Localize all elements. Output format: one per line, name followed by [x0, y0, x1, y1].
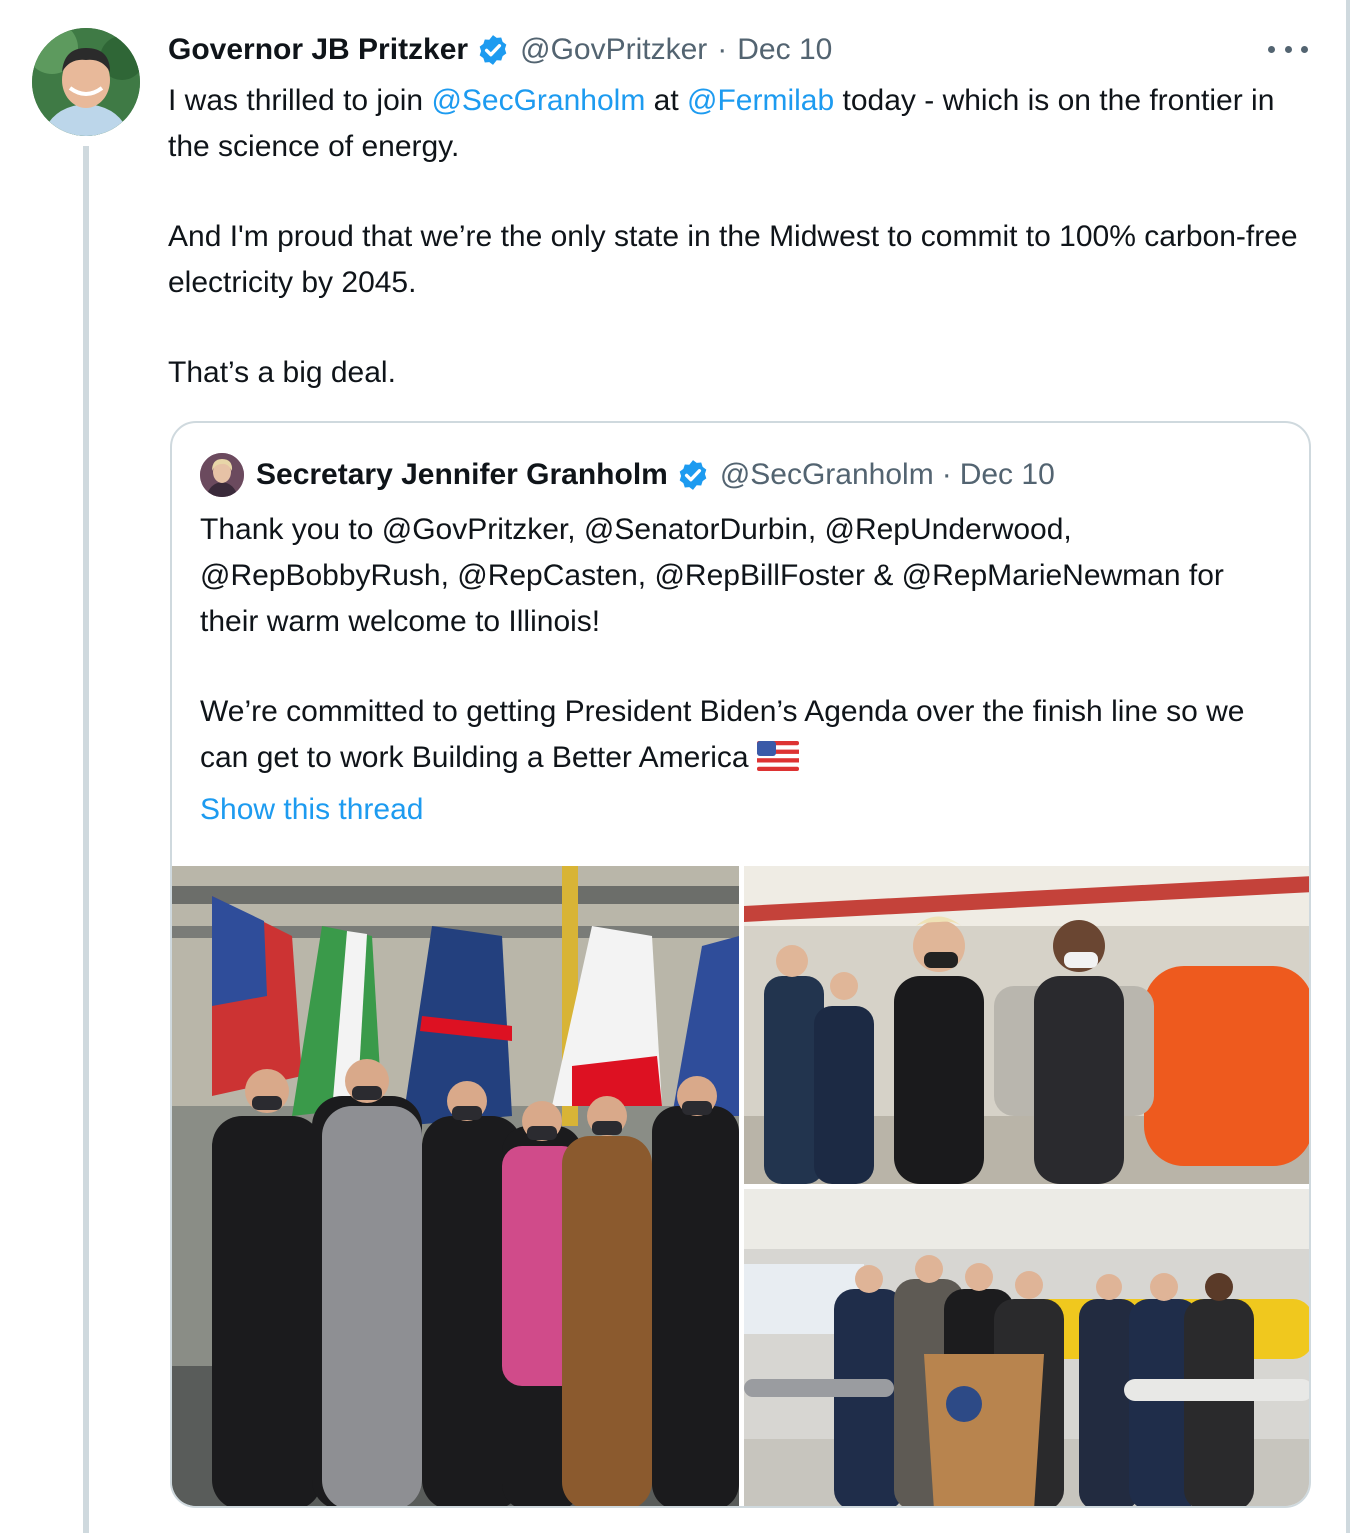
- author-handle[interactable]: @GovPritzker: [520, 33, 707, 67]
- tweet-header: Governor JB Pritzker @GovPritzker · Dec …: [168, 28, 832, 72]
- quoted-tweet-text: Thank you to @GovPritzker, @SenatorDurbi…: [200, 507, 1290, 781]
- verified-badge-icon: [479, 35, 507, 65]
- mention-secgranholm[interactable]: @SecGranholm: [431, 84, 645, 117]
- photo-podium-remarks[interactable]: [744, 1189, 1309, 1506]
- quoted-tweet-card[interactable]: Secretary Jennifer Granholm @SecGranholm…: [170, 421, 1311, 1508]
- photo-lab-tour[interactable]: [744, 866, 1309, 1184]
- quoted-author-handle[interactable]: @SecGranholm: [720, 458, 934, 492]
- show-thread-link[interactable]: Show this thread: [200, 787, 423, 833]
- edge-strip: [1346, 0, 1350, 1533]
- header-separator: ·: [941, 458, 952, 491]
- thread-line: [83, 146, 89, 1533]
- header-separator: ·: [717, 33, 728, 66]
- quoted-tweet-date[interactable]: Dec 10: [960, 458, 1055, 492]
- author-name[interactable]: Governor JB Pritzker: [168, 33, 468, 67]
- text-segment: at: [645, 84, 688, 117]
- author-avatar[interactable]: [32, 28, 140, 136]
- mention-fermilab[interactable]: @Fermilab: [687, 84, 834, 117]
- quoted-author-name[interactable]: Secretary Jennifer Granholm: [256, 458, 668, 492]
- tweet-page: Governor JB Pritzker @GovPritzker · Dec …: [0, 0, 1350, 1533]
- quoted-paragraph-2-text: We’re committed to getting President Bid…: [200, 695, 1245, 774]
- quoted-paragraph-2: We’re committed to getting President Bid…: [200, 689, 1290, 781]
- quoted-author-avatar[interactable]: [200, 453, 244, 497]
- media-grid: [172, 866, 1309, 1506]
- tweet-text: I was thrilled to join @SecGranholm at @…: [168, 78, 1308, 396]
- tweet-paragraph-3: That’s a big deal.: [168, 356, 396, 389]
- text-segment: I was thrilled to join: [168, 84, 432, 117]
- tweet-paragraph-1: I was thrilled to join @SecGranholm at @…: [168, 78, 1308, 170]
- us-flag-emoji: [756, 741, 799, 771]
- quoted-tweet-header: Secretary Jennifer Granholm @SecGranholm…: [200, 453, 1055, 497]
- quoted-paragraph-1: Thank you to @GovPritzker, @SenatorDurbi…: [200, 513, 1224, 638]
- more-options-icon[interactable]: [1268, 36, 1308, 62]
- tweet-date[interactable]: Dec 10: [737, 33, 832, 67]
- verified-badge-icon: [679, 460, 707, 490]
- tweet-paragraph-2: And I'm proud that we’re the only state …: [168, 220, 1298, 299]
- photo-group-with-flags[interactable]: [172, 866, 739, 1506]
